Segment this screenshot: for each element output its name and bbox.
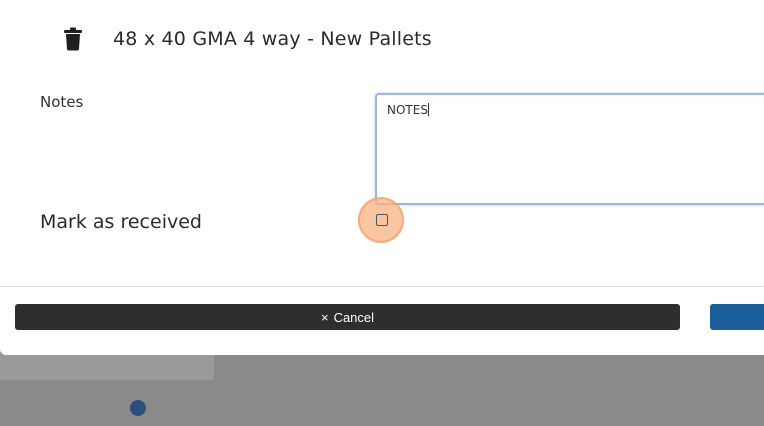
confirm-button[interactable] — [710, 304, 764, 330]
mark-received-checkbox[interactable] — [376, 214, 388, 226]
background-radio-icon — [130, 400, 146, 416]
trash-icon[interactable] — [63, 27, 83, 51]
text-caret — [427, 103, 429, 116]
item-title: 48 x 40 GMA 4 way - New Pallets — [113, 28, 432, 50]
notes-label: Notes — [40, 93, 84, 111]
notes-value: NOTES — [387, 103, 428, 117]
footer-divider — [0, 286, 764, 287]
receive-item-modal: 48 x 40 GMA 4 way - New Pallets Notes NO… — [0, 0, 764, 355]
notes-textarea[interactable]: NOTES — [375, 93, 764, 205]
close-icon: × — [320, 309, 329, 325]
mark-received-label: Mark as received — [40, 211, 202, 233]
cancel-button[interactable]: × Cancel — [15, 304, 680, 330]
cancel-button-label: Cancel — [333, 309, 375, 325]
item-row: 48 x 40 GMA 4 way - New Pallets — [63, 24, 432, 54]
